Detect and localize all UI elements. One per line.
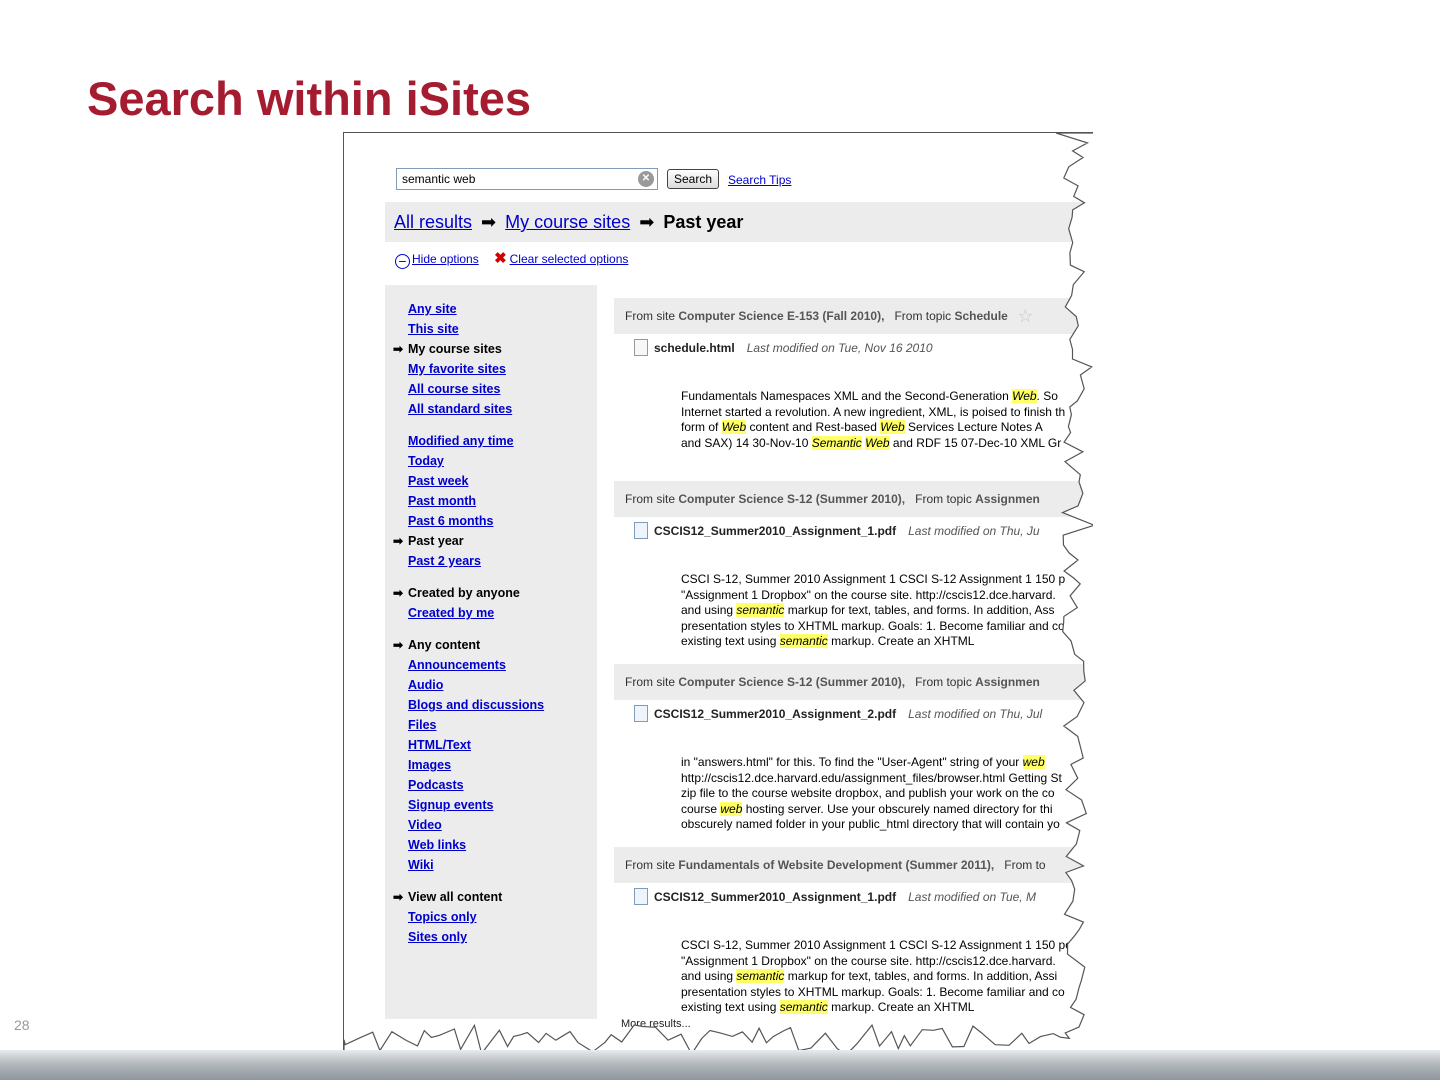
torn-edge (344, 133, 1093, 1062)
slide-number: 28 (14, 1017, 30, 1033)
search-screenshot: ✕ Search Search Tips All results ➡ My co… (343, 132, 1093, 1062)
slide-title: Search within iSites (87, 72, 532, 125)
footer-bar (0, 1050, 1440, 1080)
isites-search-page: ✕ Search Search Tips All results ➡ My co… (344, 133, 1093, 1062)
